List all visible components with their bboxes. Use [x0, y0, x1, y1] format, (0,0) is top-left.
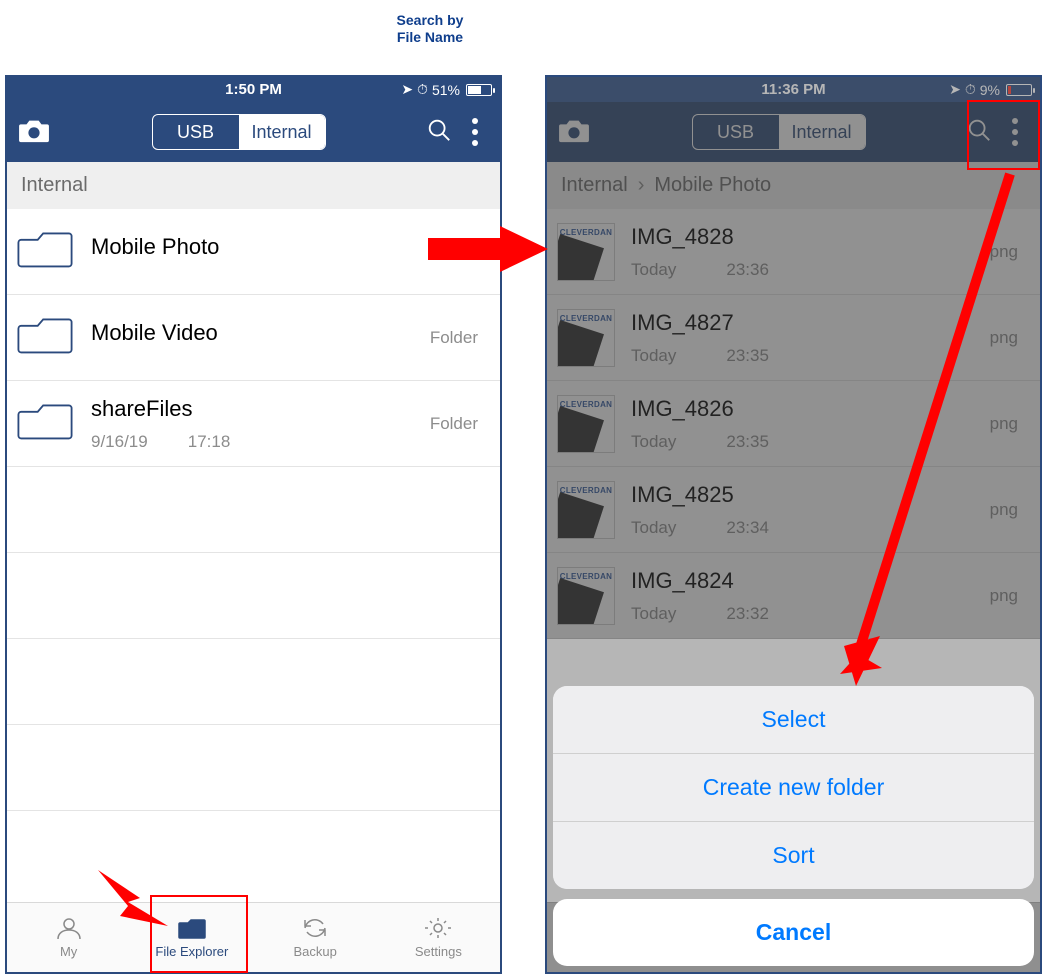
annotation-search-label: Search by File Name [370, 12, 490, 46]
search-icon[interactable] [426, 117, 452, 148]
item-title: shareFiles [91, 396, 486, 422]
folder-icon [17, 227, 73, 276]
phone-left: 1:50 PM ➤ ⏱ 51% USB Internal Internal Mo… [5, 75, 502, 974]
item-title: Mobile Photo [91, 234, 486, 260]
arrow-diagonal-icon [826, 168, 1036, 688]
storage-toggle: USB Internal [152, 114, 326, 150]
sheet-select[interactable]: Select [553, 686, 1034, 754]
folder-icon [17, 313, 73, 362]
status-time: 1:50 PM [225, 81, 282, 98]
sheet-create-folder[interactable]: Create new folder [553, 754, 1034, 822]
location-icon: ➤ [401, 81, 413, 98]
toggle-usb[interactable]: USB [153, 115, 239, 149]
camera-icon[interactable] [17, 116, 51, 149]
sheet-sort[interactable]: Sort [553, 822, 1034, 889]
folder-icon [17, 399, 73, 448]
nav-bar: USB Internal [7, 102, 500, 162]
list-item[interactable]: shareFiles 9/16/19 17:18 Folder [7, 381, 500, 467]
tab-backup[interactable]: Backup [254, 903, 377, 972]
more-icon[interactable] [460, 112, 490, 152]
list-item [7, 725, 500, 811]
tab-settings[interactable]: Settings [377, 903, 500, 972]
item-type: Folder [430, 414, 478, 434]
item-title: Mobile Video [91, 320, 486, 346]
list-item[interactable]: Mobile Photo Folder [7, 209, 500, 295]
battery-pct: 51% [432, 82, 460, 98]
arrow-pointer-icon [98, 870, 168, 926]
item-type: Folder [430, 328, 478, 348]
sheet-cancel[interactable]: Cancel [553, 899, 1034, 966]
item-time: 17:18 [188, 432, 231, 452]
list-item [7, 467, 500, 553]
status-right: ➤ ⏱ 51% [401, 81, 492, 98]
battery-icon [466, 84, 492, 96]
list-item [7, 553, 500, 639]
item-date: 9/16/19 [91, 432, 148, 452]
list-item [7, 639, 500, 725]
toggle-internal[interactable]: Internal [239, 115, 325, 149]
file-list: Mobile Photo Folder Mobile Video Folder … [7, 209, 500, 811]
arrow-right-icon [428, 226, 548, 272]
alarm-icon: ⏱ [417, 81, 428, 98]
list-item[interactable]: Mobile Video Folder [7, 295, 500, 381]
status-bar: 1:50 PM ➤ ⏱ 51% [7, 77, 500, 102]
action-sheet: Select Create new folder Sort Cancel [553, 686, 1034, 966]
breadcrumb: Internal [7, 162, 500, 209]
tab-bar: My File Explorer Backup Settings [7, 902, 500, 972]
